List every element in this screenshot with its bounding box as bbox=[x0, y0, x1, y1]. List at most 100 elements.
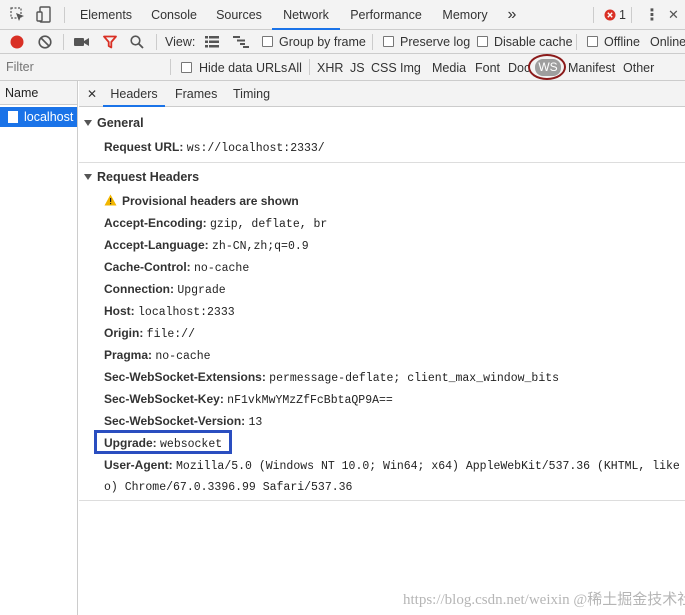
video-camera-icon[interactable] bbox=[74, 36, 90, 48]
header-key: User-Agent: bbox=[104, 458, 173, 472]
tab-sources-label: Sources bbox=[216, 8, 262, 22]
tab-performance-label: Performance bbox=[350, 8, 422, 22]
header-value: permessage-deflate; client_max_window_bi… bbox=[269, 372, 560, 385]
name-column-header[interactable]: Name bbox=[0, 81, 77, 105]
section-divider bbox=[79, 162, 685, 163]
filter-type-all[interactable]: All bbox=[288, 61, 302, 75]
view-label: View: bbox=[165, 35, 196, 49]
filter-type-img[interactable]: Img bbox=[400, 61, 421, 75]
request-url-row: Request URL: ws://localhost:2333/ bbox=[104, 140, 325, 156]
collapse-triangle-icon bbox=[84, 173, 92, 180]
tab-elements-label: Elements bbox=[79, 8, 133, 22]
header-key: Accept-Encoding: bbox=[104, 216, 207, 230]
request-row-localhost[interactable]: localhost bbox=[0, 107, 77, 127]
request-headers-section-header[interactable]: Request Headers bbox=[84, 170, 199, 184]
header-row: Pragma: no-cache bbox=[104, 348, 211, 364]
error-icon[interactable] bbox=[604, 9, 616, 21]
tab-headers[interactable]: Headers bbox=[103, 81, 165, 107]
header-key: Sec-WebSocket-Key: bbox=[104, 392, 224, 406]
annotation-circle bbox=[528, 54, 566, 80]
header-value: Upgrade bbox=[177, 284, 226, 297]
disable-cache-checkbox[interactable] bbox=[477, 36, 488, 47]
general-title: General bbox=[97, 116, 144, 130]
tab-elements[interactable]: Elements bbox=[72, 0, 140, 30]
warning-icon bbox=[104, 194, 117, 209]
filter-type-js[interactable]: JS bbox=[350, 61, 365, 75]
collapse-triangle-icon bbox=[84, 119, 92, 126]
header-value: gzip, deflate, br bbox=[210, 218, 328, 231]
header-row: User-Agent: Mozilla/5.0 (Windows NT 10.0… bbox=[104, 458, 685, 474]
error-count: 1 bbox=[619, 8, 626, 22]
detail-tab-bar: ✕ Headers Frames Timing bbox=[79, 81, 685, 107]
devtools-tab-bar: Elements Console Sources Network Perform… bbox=[0, 0, 685, 30]
more-options-menu-icon[interactable]: ⋮ bbox=[644, 5, 660, 25]
filter-type-media[interactable]: Media bbox=[432, 61, 466, 75]
header-key: Origin: bbox=[104, 326, 144, 340]
filter-type-font[interactable]: Font bbox=[475, 61, 500, 75]
close-detail-icon[interactable]: ✕ bbox=[87, 81, 97, 107]
preserve-log-label: Preserve log bbox=[400, 35, 471, 49]
header-key: Cache-Control: bbox=[104, 260, 191, 274]
filter-type-xhr[interactable]: XHR bbox=[317, 61, 343, 75]
preserve-log-checkbox[interactable] bbox=[383, 36, 394, 47]
header-key: Accept-Language: bbox=[104, 238, 209, 252]
header-value: no-cache bbox=[155, 350, 211, 363]
filter-input[interactable] bbox=[3, 58, 163, 76]
general-section-header[interactable]: General bbox=[84, 116, 144, 130]
disable-cache-label: Disable cache bbox=[494, 35, 573, 49]
header-row: Sec-WebSocket-Key: nF1vkMwYMzZfFcBbtaQP9… bbox=[104, 392, 393, 408]
header-row: Host: localhost:2333 bbox=[104, 304, 235, 320]
header-key: Sec-WebSocket-Version: bbox=[104, 414, 246, 428]
header-value: file:// bbox=[146, 328, 195, 341]
filter-type-doc[interactable]: Doc bbox=[508, 61, 530, 75]
tab-network[interactable]: Network bbox=[272, 0, 340, 30]
inspect-icon[interactable] bbox=[10, 7, 26, 23]
header-value: nF1vkMwYMzZfFcBbtaQP9A== bbox=[227, 394, 393, 407]
request-headers-title: Request Headers bbox=[97, 170, 200, 184]
tab-sources[interactable]: Sources bbox=[208, 0, 270, 30]
hide-data-urls-checkbox[interactable] bbox=[181, 62, 192, 73]
throttling-select[interactable]: Online bbox=[650, 35, 685, 49]
header-key: Connection: bbox=[104, 282, 174, 296]
search-icon[interactable] bbox=[130, 35, 144, 49]
offline-checkbox[interactable] bbox=[587, 36, 598, 47]
tab-console-label: Console bbox=[151, 8, 197, 22]
header-value: zh-CN,zh;q=0.9 bbox=[212, 240, 309, 253]
header-value: Mozilla/5.0 (Windows NT 10.0; Win64; x64… bbox=[176, 460, 685, 473]
filter-type-other[interactable]: Other bbox=[623, 61, 654, 75]
device-toolbar-icon[interactable] bbox=[36, 6, 52, 24]
more-tabs-label: » bbox=[507, 6, 517, 23]
tab-timing[interactable]: Timing bbox=[233, 81, 270, 107]
offline-label: Offline bbox=[604, 35, 640, 49]
request-url-value: ws://localhost:2333/ bbox=[186, 142, 325, 155]
large-request-rows-icon[interactable] bbox=[205, 36, 219, 48]
tab-memory[interactable]: Memory bbox=[436, 0, 494, 30]
clear-icon[interactable] bbox=[38, 35, 52, 49]
network-toolbar: View: Group by frame Preserve log Disabl… bbox=[0, 30, 685, 54]
tab-frames[interactable]: Frames bbox=[175, 81, 217, 107]
tab-network-label: Network bbox=[283, 8, 329, 22]
request-list-panel: Name localhost bbox=[0, 81, 78, 615]
hide-data-urls-label: Hide data URLs bbox=[199, 61, 288, 75]
provisional-warning-text: Provisional headers are shown bbox=[122, 194, 299, 208]
close-devtools-icon[interactable]: ✕ bbox=[668, 7, 679, 23]
header-row: Sec-WebSocket-Version: 13 bbox=[104, 414, 262, 430]
record-icon[interactable] bbox=[10, 35, 24, 49]
tab-performance[interactable]: Performance bbox=[342, 0, 430, 30]
request-name: localhost bbox=[24, 110, 74, 124]
annotation-box bbox=[94, 430, 232, 454]
name-header-label: Name bbox=[5, 86, 39, 100]
header-key: Host: bbox=[104, 304, 135, 318]
group-by-frame-checkbox[interactable] bbox=[262, 36, 273, 47]
waterfall-overview-icon[interactable] bbox=[233, 36, 249, 48]
more-tabs-button[interactable]: » bbox=[500, 0, 524, 30]
filter-type-css[interactable]: CSS bbox=[371, 61, 397, 75]
section-divider bbox=[79, 500, 685, 501]
header-row: Accept-Encoding: gzip, deflate, br bbox=[104, 216, 327, 232]
filter-bar: Hide data URLs All XHR JS CSS Img Media … bbox=[0, 54, 685, 81]
tab-console[interactable]: Console bbox=[142, 0, 206, 30]
filter-type-manifest[interactable]: Manifest bbox=[568, 61, 615, 75]
header-value: no-cache bbox=[194, 262, 250, 275]
filter-icon[interactable] bbox=[103, 35, 117, 49]
group-by-frame-label: Group by frame bbox=[279, 35, 366, 49]
